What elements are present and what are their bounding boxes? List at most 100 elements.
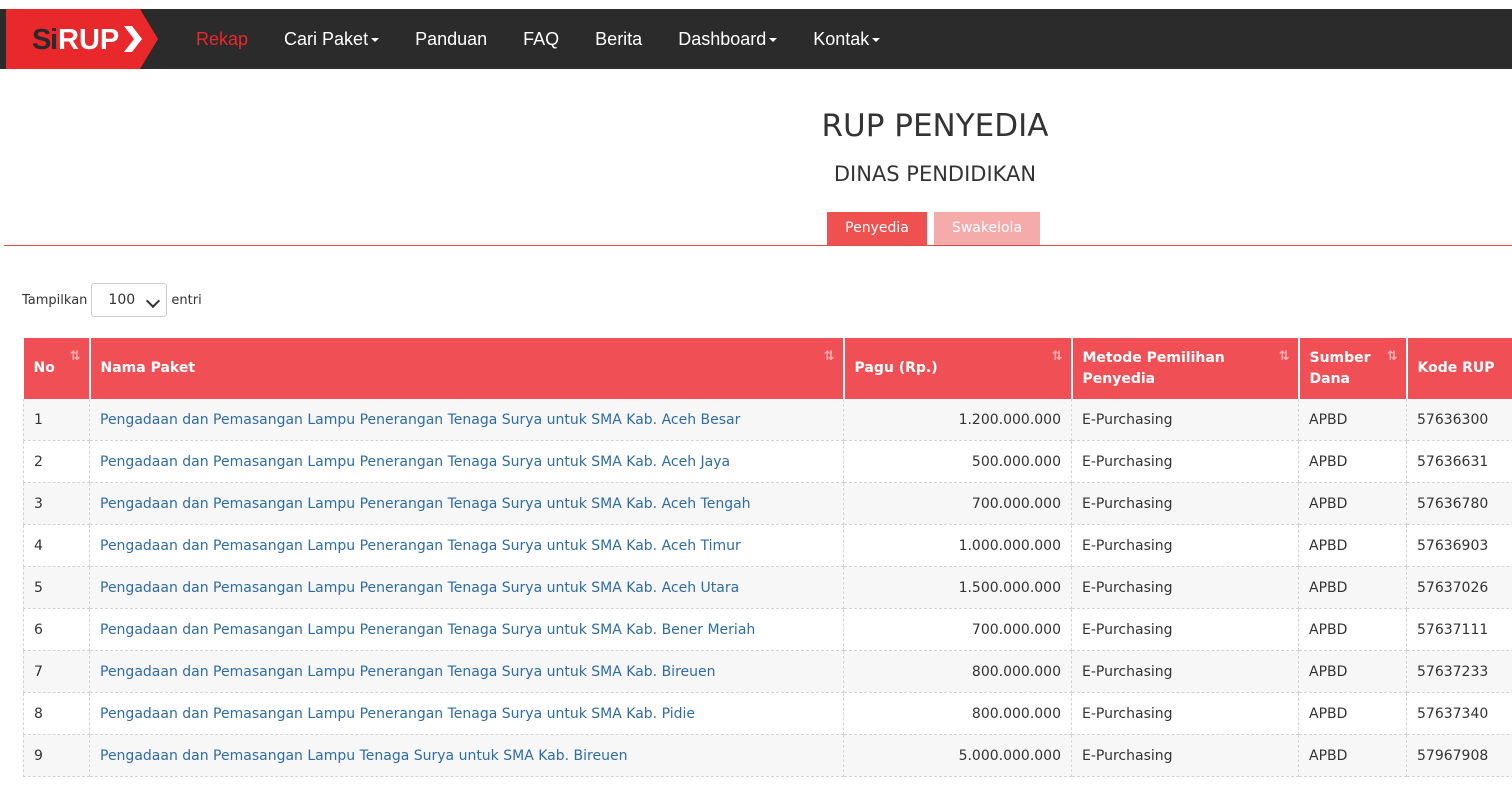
package-link[interactable]: Pengadaan dan Pemasangan Lampu Peneranga… bbox=[100, 580, 739, 596]
package-link[interactable]: Pengadaan dan Pemasangan Lampu Peneranga… bbox=[100, 664, 716, 680]
nav-item-rekap[interactable]: Rekap bbox=[178, 29, 266, 50]
cell-nama-paket: Pengadaan dan Pemasangan Lampu Tenaga Su… bbox=[89, 734, 844, 777]
cell-nama-paket: Pengadaan dan Pemasangan Lampu Peneranga… bbox=[89, 566, 844, 609]
cell-metode: E-Purchasing bbox=[1071, 482, 1299, 525]
column-header-no[interactable]: No ⇅ bbox=[23, 338, 91, 399]
cell-kode-rup: 57636903 bbox=[1406, 524, 1512, 567]
table-header-row: No ⇅ Nama Paket ⇅ Pagu (Rp.) ⇅ Metode Pemil… bbox=[23, 338, 1512, 399]
sort-icon: ⇅ bbox=[1051, 349, 1063, 364]
cell-no: 8 bbox=[23, 692, 90, 735]
cell-pagu: 1.500.000.000 bbox=[843, 566, 1072, 609]
cell-nama-paket: Pengadaan dan Pemasangan Lampu Peneranga… bbox=[89, 482, 844, 525]
cell-kode-rup: 57637340 bbox=[1406, 692, 1512, 735]
cell-no: 1 bbox=[23, 399, 90, 441]
table-row: 9 Pengadaan dan Pemasangan Lampu Tenaga S… bbox=[23, 734, 1512, 777]
nav-item-dashboard[interactable]: Dashboard bbox=[660, 29, 795, 50]
sort-icon: ⇅ bbox=[69, 349, 81, 364]
cell-pagu: 700.000.000 bbox=[843, 608, 1072, 651]
package-link[interactable]: Pengadaan dan Pemasangan Lampu Peneranga… bbox=[100, 454, 730, 470]
cell-sumber-dana: APBD bbox=[1298, 650, 1407, 693]
column-header-metode[interactable]: Metode Pemilihan Penyedia ⇅ bbox=[1071, 338, 1300, 399]
caret-down-icon bbox=[872, 37, 881, 42]
sort-icon: ⇅ bbox=[823, 349, 835, 364]
length-prefix: Tampilkan bbox=[22, 292, 88, 308]
nav-item-kontak[interactable]: Kontak bbox=[795, 29, 898, 50]
package-link[interactable]: Pengadaan dan Pemasangan Lampu Peneranga… bbox=[100, 622, 755, 638]
entries-select[interactable]: 100 bbox=[91, 283, 168, 317]
cell-metode: E-Purchasing bbox=[1071, 650, 1299, 693]
tab-penyedia[interactable]: Penyedia bbox=[827, 212, 927, 245]
package-link[interactable]: Pengadaan dan Pemasangan Lampu Tenaga Su… bbox=[100, 748, 627, 764]
cell-no: 5 bbox=[23, 566, 90, 609]
nav-item-label: Panduan bbox=[415, 28, 488, 49]
table-row: 1 Pengadaan dan Pemasangan Lampu Penerang… bbox=[23, 399, 1512, 441]
cell-nama-paket: Pengadaan dan Pemasangan Lampu Peneranga… bbox=[89, 524, 844, 567]
nav-item-cari-paket[interactable]: Cari Paket bbox=[266, 29, 397, 50]
cell-pagu: 500.000.000 bbox=[843, 440, 1072, 483]
cell-nama-paket: Pengadaan dan Pemasangan Lampu Peneranga… bbox=[89, 608, 844, 651]
cell-kode-rup: 57967908 bbox=[1406, 734, 1512, 777]
package-link[interactable]: Pengadaan dan Pemasangan Lampu Peneranga… bbox=[100, 538, 741, 554]
svg-text:i: i bbox=[50, 24, 58, 56]
cell-nama-paket: Pengadaan dan Pemasangan Lampu Peneranga… bbox=[89, 692, 844, 735]
sirup-logo[interactable]: S i RUP bbox=[6, 9, 158, 69]
nav-menu: Rekap Cari Paket Panduan FAQ Berita Dashboard… bbox=[178, 9, 898, 69]
rup-table: No ⇅ Nama Paket ⇅ Pagu (Rp.) ⇅ Metode Pemil… bbox=[23, 338, 1512, 777]
cell-pagu: 1.000.000.000 bbox=[843, 524, 1072, 567]
top-border bbox=[0, 0, 1512, 9]
chevron-down-icon bbox=[146, 293, 161, 309]
cell-metode: E-Purchasing bbox=[1071, 566, 1299, 609]
package-link[interactable]: Pengadaan dan Pemasangan Lampu Peneranga… bbox=[100, 412, 740, 428]
table-row: 7 Pengadaan dan Pemasangan Lampu Penerang… bbox=[23, 650, 1512, 693]
cell-kode-rup: 57637111 bbox=[1406, 608, 1512, 651]
table-row: 4 Pengadaan dan Pemasangan Lampu Penerang… bbox=[23, 524, 1512, 567]
cell-nama-paket: Pengadaan dan Pemasangan Lampu Peneranga… bbox=[89, 650, 844, 693]
nav-item-label: Berita bbox=[595, 28, 643, 49]
cell-sumber-dana: APBD bbox=[1298, 440, 1407, 483]
cell-sumber-dana: APBD bbox=[1298, 399, 1407, 441]
column-header-kode-rup[interactable]: Kode RUP bbox=[1406, 338, 1512, 399]
tab-bar: Penyedia Swakelola bbox=[827, 212, 1040, 245]
entries-select-value: 100 bbox=[108, 292, 136, 308]
caret-down-icon bbox=[769, 37, 778, 42]
nav-item-berita[interactable]: Berita bbox=[577, 29, 660, 50]
package-link[interactable]: Pengadaan dan Pemasangan Lampu Peneranga… bbox=[100, 706, 695, 722]
table-row: 2 Pengadaan dan Pemasangan Lampu Penerang… bbox=[23, 440, 1512, 483]
tab-swakelola[interactable]: Swakelola bbox=[934, 212, 1040, 245]
table-row: 8 Pengadaan dan Pemasangan Lampu Penerang… bbox=[23, 692, 1512, 735]
sort-icon: ⇅ bbox=[1278, 349, 1290, 364]
cell-no: 2 bbox=[23, 440, 90, 483]
page-title: RUP PENYEDIA bbox=[821, 108, 1049, 144]
cell-pagu: 1.200.000.000 bbox=[843, 399, 1072, 441]
column-header-pagu[interactable]: Pagu (Rp.) ⇅ bbox=[843, 338, 1073, 399]
cell-pagu: 800.000.000 bbox=[843, 692, 1072, 735]
cell-sumber-dana: APBD bbox=[1298, 566, 1407, 609]
length-suffix: entri bbox=[171, 292, 202, 308]
column-header-nama-paket[interactable]: Nama Paket ⇅ bbox=[89, 338, 845, 399]
svg-text:S: S bbox=[32, 24, 51, 56]
cell-nama-paket: Pengadaan dan Pemasangan Lampu Peneranga… bbox=[89, 399, 844, 441]
cell-kode-rup: 57637233 bbox=[1406, 650, 1512, 693]
divider bbox=[4, 245, 1512, 246]
cell-kode-rup: 57636780 bbox=[1406, 482, 1512, 525]
caret-down-icon bbox=[371, 37, 380, 42]
cell-nama-paket: Pengadaan dan Pemasangan Lampu Peneranga… bbox=[89, 440, 844, 483]
nav-item-panduan[interactable]: Panduan bbox=[397, 29, 505, 50]
cell-pagu: 5.000.000.000 bbox=[843, 734, 1072, 777]
cell-kode-rup: 57636300 bbox=[1406, 399, 1512, 441]
cell-no: 7 bbox=[23, 650, 90, 693]
cell-metode: E-Purchasing bbox=[1071, 524, 1299, 567]
nav-item-label: Cari Paket bbox=[284, 28, 369, 49]
cell-no: 3 bbox=[23, 482, 90, 525]
cell-sumber-dana: APBD bbox=[1298, 482, 1407, 525]
column-header-sumber-dana[interactable]: Sumber Dana ⇅ bbox=[1298, 338, 1408, 399]
package-link[interactable]: Pengadaan dan Pemasangan Lampu Peneranga… bbox=[100, 496, 751, 512]
nav-item-faq[interactable]: FAQ bbox=[505, 29, 577, 50]
cell-no: 6 bbox=[23, 608, 90, 651]
nav-item-label: Rekap bbox=[196, 28, 249, 49]
nav-item-label: FAQ bbox=[523, 28, 560, 49]
cell-metode: E-Purchasing bbox=[1071, 399, 1299, 441]
table-row: 3 Pengadaan dan Pemasangan Lampu Penerang… bbox=[23, 482, 1512, 525]
cell-pagu: 800.000.000 bbox=[843, 650, 1072, 693]
cell-no: 4 bbox=[23, 524, 90, 567]
